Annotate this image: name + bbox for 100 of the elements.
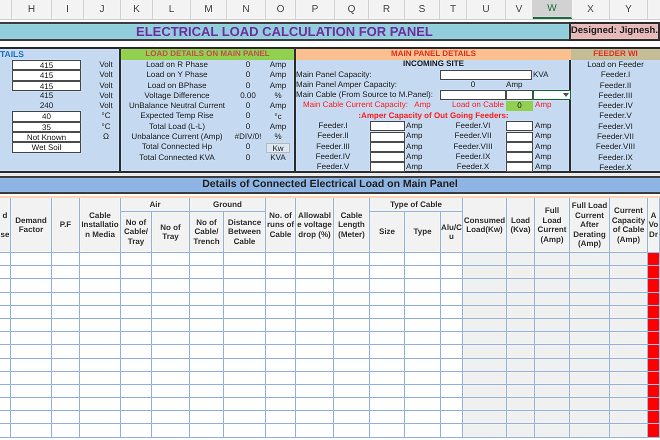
table-cell[interactable] — [463, 372, 507, 385]
table-cell[interactable] — [11, 306, 52, 319]
table-cell[interactable] — [463, 266, 507, 280]
table-cell[interactable] — [463, 384, 507, 398]
table-cell[interactable] — [610, 306, 648, 319]
table-cell[interactable] — [121, 292, 152, 306]
table-cell[interactable] — [463, 253, 507, 266]
table-cell[interactable] — [11, 266, 52, 280]
table-cell[interactable] — [80, 279, 121, 293]
table-cell[interactable] — [535, 411, 570, 424]
table-cell[interactable] — [224, 318, 266, 332]
table-cell[interactable] — [570, 253, 610, 266]
table-cell[interactable] — [535, 306, 570, 319]
table-cell[interactable] — [507, 384, 535, 398]
column-header[interactable]: J — [84, 0, 121, 19]
table-cell[interactable] — [190, 279, 224, 293]
table-cell[interactable] — [52, 358, 80, 372]
table-cell[interactable] — [0, 358, 11, 372]
table-cell[interactable] — [121, 398, 152, 412]
table-cell[interactable] — [535, 318, 570, 332]
value-field[interactable]: 415 — [12, 80, 81, 91]
table-cell[interactable] — [648, 411, 660, 424]
table-cell[interactable] — [190, 424, 224, 438]
table-cell[interactable] — [463, 279, 507, 293]
table-cell[interactable] — [441, 398, 463, 412]
table-cell[interactable] — [80, 424, 121, 438]
table-cell[interactable] — [152, 384, 190, 398]
value-field[interactable]: 415 — [12, 60, 81, 70]
table-cell[interactable] — [80, 266, 121, 280]
table-cell[interactable] — [266, 279, 296, 293]
table-cell[interactable] — [370, 424, 405, 438]
table-cell[interactable] — [224, 332, 266, 346]
table-cell[interactable] — [152, 266, 190, 280]
table-cell[interactable] — [610, 332, 648, 346]
table-cell[interactable] — [296, 358, 334, 372]
table-cell[interactable] — [610, 253, 648, 266]
table-cell[interactable] — [441, 266, 463, 280]
table-cell[interactable] — [610, 372, 648, 385]
input-field[interactable] — [506, 162, 533, 172]
table-cell[interactable] — [610, 318, 648, 332]
input-field[interactable] — [440, 90, 506, 100]
table-cell[interactable] — [190, 253, 224, 266]
table-cell[interactable] — [535, 253, 570, 266]
table-cell[interactable] — [334, 306, 370, 319]
table-cell[interactable] — [266, 424, 296, 438]
table-cell[interactable] — [648, 266, 660, 280]
table-cell[interactable] — [441, 318, 463, 332]
table-cell[interactable] — [463, 345, 507, 358]
table-cell[interactable] — [648, 279, 660, 293]
table-cell[interactable] — [11, 292, 52, 306]
table-cell[interactable] — [610, 358, 648, 372]
table-cell[interactable] — [52, 424, 80, 438]
table-cell[interactable] — [535, 292, 570, 306]
table-cell[interactable] — [507, 253, 535, 266]
table-cell[interactable] — [535, 372, 570, 385]
table-cell[interactable] — [405, 372, 441, 385]
column-header[interactable]: W — [533, 0, 572, 19]
column-header[interactable]: L — [153, 0, 191, 19]
table-cell[interactable] — [80, 318, 121, 332]
table-cell[interactable] — [370, 345, 405, 358]
table-cell[interactable] — [463, 398, 507, 412]
table-cell[interactable] — [52, 384, 80, 398]
table-cell[interactable] — [296, 332, 334, 346]
column-header[interactable]: T — [440, 0, 467, 19]
table-cell[interactable] — [441, 332, 463, 346]
column-header[interactable]: O — [266, 0, 296, 19]
table-cell[interactable] — [11, 318, 52, 332]
table-cell[interactable] — [80, 398, 121, 412]
table-cell[interactable] — [570, 358, 610, 372]
table-cell[interactable] — [266, 266, 296, 280]
table-cell[interactable] — [11, 372, 52, 385]
table-cell[interactable] — [570, 292, 610, 306]
table-cell[interactable] — [370, 306, 405, 319]
table-cell[interactable] — [648, 332, 660, 346]
table-cell[interactable] — [0, 253, 11, 266]
table-cell[interactable] — [405, 332, 441, 346]
table-cell[interactable] — [266, 345, 296, 358]
column-header[interactable]: X — [572, 0, 610, 19]
table-cell[interactable] — [266, 292, 296, 306]
table-cell[interactable] — [11, 398, 52, 412]
table-cell[interactable] — [224, 279, 266, 293]
column-header[interactable]: P — [296, 0, 335, 19]
table-cell[interactable] — [463, 358, 507, 372]
table-cell[interactable] — [648, 253, 660, 266]
table-cell[interactable] — [266, 384, 296, 398]
table-cell[interactable] — [570, 266, 610, 280]
table-cell[interactable] — [441, 358, 463, 372]
column-header[interactable]: H — [12, 0, 52, 19]
input-field[interactable] — [370, 121, 405, 132]
table-cell[interactable] — [80, 358, 121, 372]
table-cell[interactable] — [610, 292, 648, 306]
table-cell[interactable] — [441, 424, 463, 438]
table-cell[interactable] — [296, 292, 334, 306]
table-cell[interactable] — [648, 398, 660, 412]
table-cell[interactable] — [224, 398, 266, 412]
table-cell[interactable] — [11, 411, 52, 424]
table-cell[interactable] — [334, 358, 370, 372]
table-cell[interactable] — [52, 266, 80, 280]
table-cell[interactable] — [463, 292, 507, 306]
table-cell[interactable] — [224, 358, 266, 372]
